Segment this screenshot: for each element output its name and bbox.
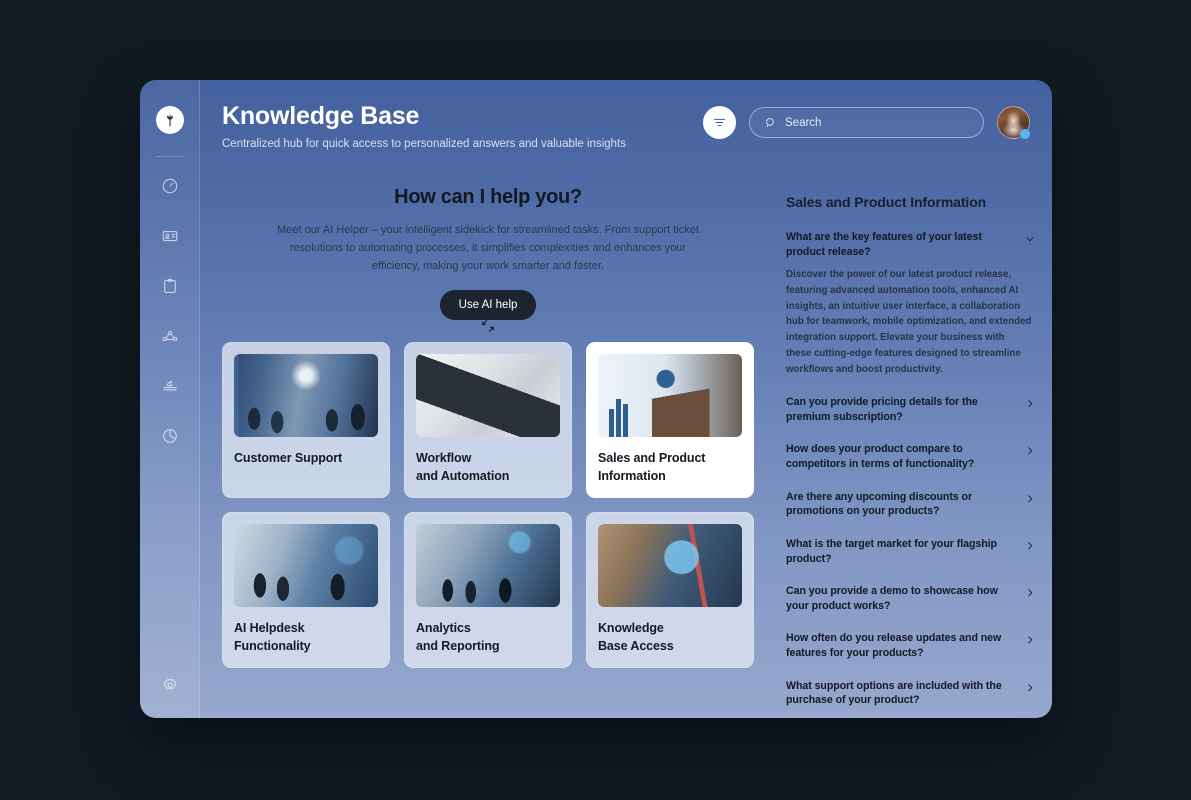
hero-description: Meet our AI Helper – your intelligent si… [277, 224, 699, 272]
faq-item[interactable]: How often do you release updates and new… [786, 622, 1036, 669]
id-card-icon [162, 230, 177, 242]
search-input[interactable]: Search [749, 107, 984, 138]
faq-panel: Sales and Product Information What are t… [772, 164, 1052, 718]
faq-header[interactable]: How often do you release updates and new… [786, 631, 1036, 660]
sidebar-item-workflows[interactable] [159, 325, 181, 347]
pie-chart-icon [162, 429, 177, 443]
header-title-block: Knowledge Base Centralized hub for quick… [222, 102, 703, 152]
filter-button[interactable] [703, 106, 736, 139]
faq-question: What is the target market for your flags… [786, 537, 997, 565]
app-logo[interactable] [155, 106, 184, 134]
sidebar-item-dashboard[interactable] [159, 175, 181, 197]
chevron-right-icon[interactable] [1024, 633, 1036, 645]
sidebar [140, 80, 200, 718]
sidebar-bottom [140, 674, 199, 696]
layers-stack-icon [162, 380, 177, 391]
faq-header[interactable]: Are there any upcoming discounts or prom… [786, 490, 1036, 519]
faq-item[interactable]: What are the key features of your latest… [786, 221, 1036, 386]
faq-header[interactable]: Can you provide pricing details for the … [786, 395, 1036, 424]
app-body: Knowledge Base Centralized hub for quick… [200, 80, 1052, 718]
main-panel: How can I help you? Meet our AI Helper –… [200, 164, 772, 718]
card-title: Sales and Product Information [598, 451, 706, 484]
chevron-right-icon[interactable] [1024, 397, 1036, 409]
faq-item[interactable]: Are there any upcoming discounts or prom… [786, 481, 1036, 528]
sidebar-item-library[interactable] [159, 375, 181, 397]
use-ai-help-button[interactable]: Use AI help [439, 290, 537, 321]
faq-question: Can you provide pricing details for the … [786, 396, 978, 423]
sidebar-divider [155, 156, 184, 157]
card-title: Workflow and Automation [416, 451, 510, 484]
chevron-right-icon[interactable] [1024, 586, 1036, 598]
faq-accordion: What are the key features of your latest… [780, 221, 1036, 718]
faq-item[interactable]: Can you provide a demo to showcase how y… [786, 575, 1036, 622]
page-title: Knowledge Base [222, 102, 420, 130]
chevron-down-icon[interactable] [1024, 232, 1036, 244]
card-title: Analytics and Reporting [416, 621, 500, 654]
faq-item[interactable]: What support options are included with t… [786, 670, 1036, 717]
chevron-right-icon[interactable] [1024, 539, 1036, 551]
faq-header[interactable]: How does your product compare to competi… [786, 442, 1036, 471]
faq-panel-title: Sales and Product Information [786, 194, 987, 210]
app-window: Knowledge Base Centralized hub for quick… [140, 80, 1052, 718]
hero-heading: How can I help you? [394, 186, 582, 208]
category-card[interactable]: Customer Support [222, 342, 390, 499]
faq-item[interactable]: Can you clarify the pricing structure fo… [786, 717, 1036, 718]
avatar[interactable] [997, 106, 1030, 139]
header: Knowledge Base Centralized hub for quick… [200, 80, 1052, 164]
card-thumbnail [598, 354, 742, 438]
card-thumbnail [234, 524, 378, 608]
sidebar-nav [159, 175, 181, 447]
sidebar-item-settings[interactable] [159, 674, 181, 696]
faq-header[interactable]: Can you provide a demo to showcase how y… [786, 584, 1036, 613]
card-thumbnail [234, 354, 378, 438]
gauge-icon [162, 178, 177, 194]
network-nodes-icon [162, 330, 177, 342]
category-card-grid: Customer Support Workflow and Automation… [222, 342, 754, 669]
category-card[interactable]: Workflow and Automation [404, 342, 572, 499]
faq-header[interactable]: What support options are included with t… [786, 679, 1036, 708]
status-badge [1020, 129, 1030, 139]
card-title: AI Helpdesk Functionality [234, 621, 311, 654]
card-title: Knowledge Base Access [598, 621, 674, 654]
faq-question: What support options are included with t… [786, 679, 1002, 707]
faq-question: Are there any upcoming discounts or prom… [786, 490, 973, 518]
gear-icon [163, 678, 176, 690]
faq-item[interactable]: How does your product compare to competi… [786, 433, 1036, 480]
faq-question: How does your product compare to competi… [786, 443, 975, 471]
leaf-logo-icon [166, 114, 173, 127]
category-card[interactable]: Analytics and Reporting [404, 512, 572, 669]
content: How can I help you? Meet our AI Helper –… [200, 164, 1052, 718]
category-card-selected[interactable]: Sales and Product Information [586, 342, 754, 499]
sidebar-item-tasks[interactable] [159, 275, 181, 297]
screenshot-root: Knowledge Base Centralized hub for quick… [0, 0, 1191, 800]
search-icon [766, 118, 774, 127]
sidebar-item-reports[interactable] [159, 425, 181, 447]
faq-item[interactable]: What is the target market for your flags… [786, 528, 1036, 575]
faq-question: How often do you release updates and new… [786, 632, 1002, 659]
faq-question: What are the key features of your latest… [786, 231, 982, 258]
hero: How can I help you? Meet our AI Helper –… [222, 164, 754, 333]
category-card[interactable]: Knowledge Base Access [586, 512, 754, 669]
faq-item[interactable]: Can you provide pricing details for the … [786, 386, 1036, 433]
card-title: Customer Support [234, 451, 343, 466]
search-placeholder: Search [785, 116, 822, 129]
card-thumbnail [416, 524, 560, 608]
chevron-right-icon[interactable] [1024, 444, 1036, 456]
faq-question: Can you provide a demo to showcase how y… [786, 585, 998, 612]
page-subtitle: Centralized hub for quick access to pers… [222, 138, 627, 150]
card-thumbnail [598, 524, 742, 608]
clipboard-icon [163, 278, 176, 293]
faq-answer: Discover the power of our latest product… [786, 269, 1032, 375]
sidebar-item-contacts[interactable] [159, 225, 181, 247]
filter-icon [713, 118, 726, 127]
card-thumbnail [416, 354, 560, 438]
header-actions: Search [703, 106, 1030, 139]
chevron-right-icon[interactable] [1024, 681, 1036, 693]
chevron-right-icon[interactable] [1024, 492, 1036, 504]
faq-header[interactable]: What is the target market for your flags… [786, 537, 1036, 566]
resize-collapse-icon [480, 318, 496, 334]
hero-cta-wrap: Use AI help [222, 290, 754, 333]
faq-header[interactable]: What are the key features of your latest… [786, 230, 1036, 259]
category-card[interactable]: AI Helpdesk Functionality [222, 512, 390, 669]
